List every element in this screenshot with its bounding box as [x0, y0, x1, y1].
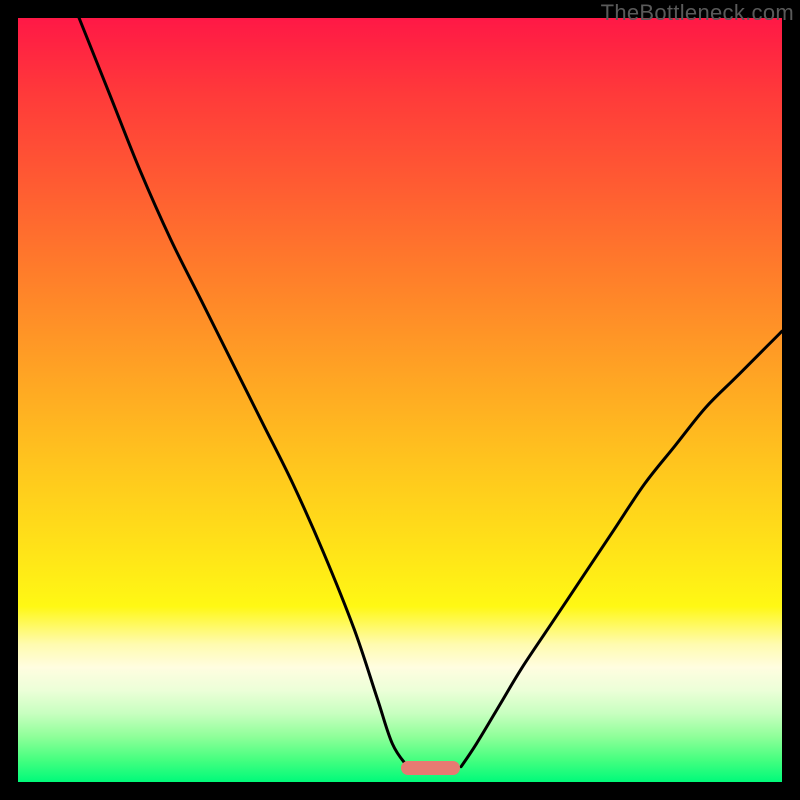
watermark-text: TheBottleneck.com	[601, 0, 794, 26]
plot-area	[18, 18, 782, 782]
chart-frame: TheBottleneck.com	[0, 0, 800, 800]
curves-svg	[18, 18, 782, 782]
bottleneck-marker	[401, 761, 461, 775]
right-curve	[461, 331, 782, 767]
left-curve	[79, 18, 408, 767]
